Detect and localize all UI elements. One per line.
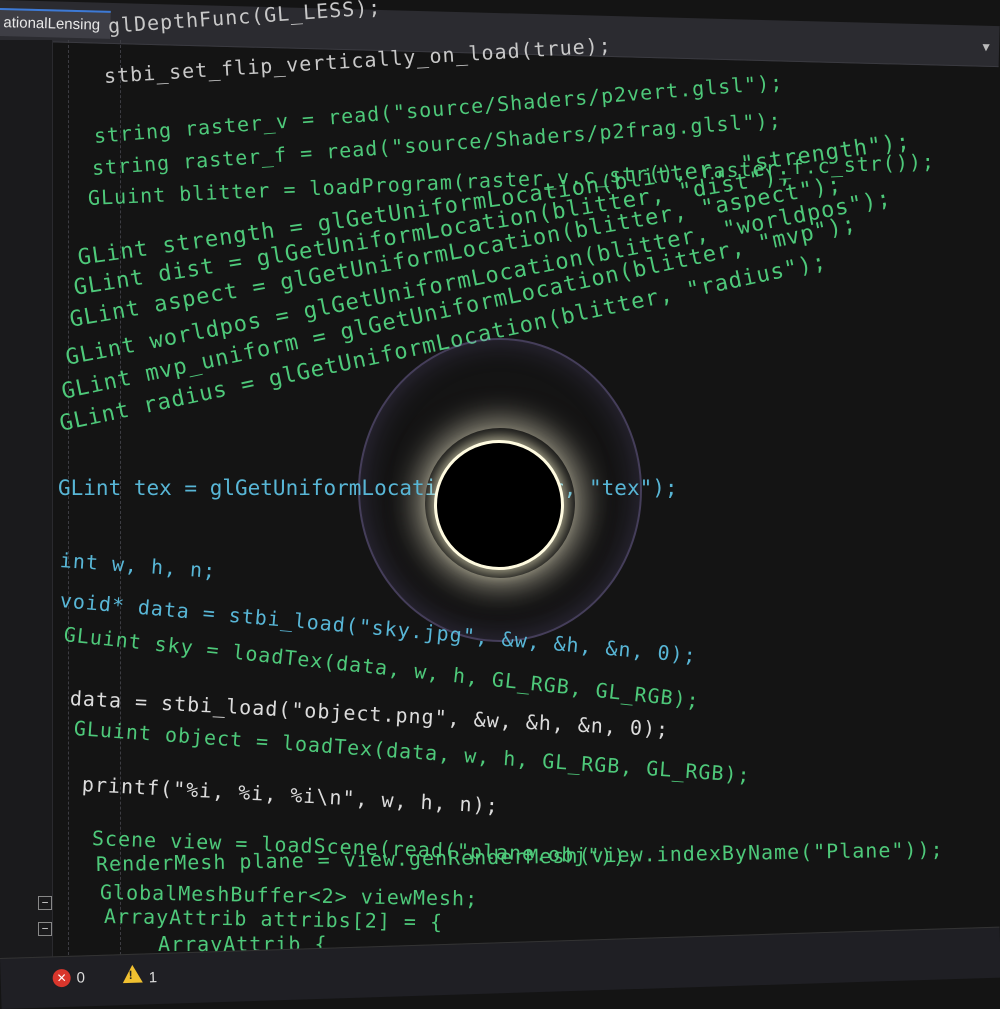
warning-count[interactable]: 1 xyxy=(148,969,157,986)
black-hole xyxy=(437,443,561,567)
error-icon[interactable]: ✕ xyxy=(52,968,71,988)
code-line: int w, h, n; xyxy=(59,548,217,583)
code-line: glDepthFunc(GL_LESS); xyxy=(107,0,383,38)
code-line: stbi_set_flip_vertically_on_load(true); xyxy=(103,32,613,88)
code-line: printf("%i, %i, %i\n", w, h, n); xyxy=(81,772,500,818)
code-line: GLint tex = glGetUniformLocation(blitter… xyxy=(58,476,678,500)
error-count[interactable]: 0 xyxy=(76,969,85,986)
warning-icon-mark: ! xyxy=(128,967,133,982)
code-line: ArrayAttrib attribs[2] = { xyxy=(103,904,444,934)
code-editor[interactable]: glDepthFunc(GL_LESS); stbi_set_flip_vert… xyxy=(0,0,1000,1000)
